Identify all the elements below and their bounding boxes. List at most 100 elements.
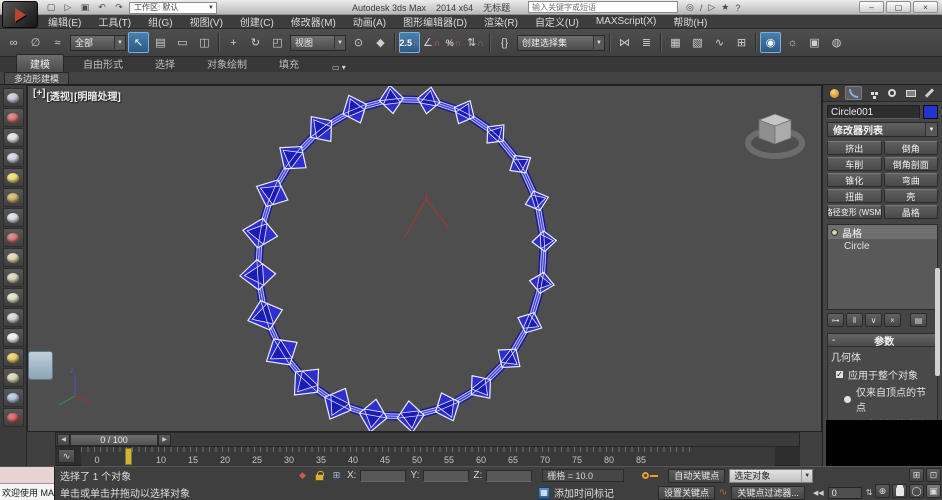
material-editor-icon[interactable]: ◉ xyxy=(760,32,781,53)
current-frame-field[interactable]: 0 xyxy=(827,486,862,499)
x-coordinate-field[interactable] xyxy=(360,469,407,482)
y-coordinate-field[interactable] xyxy=(423,469,470,482)
menu-item-1[interactable]: 工具(T) xyxy=(98,14,131,29)
mini-curve-editor-button[interactable]: ∿ xyxy=(58,449,75,463)
make-unique-icon[interactable]: ∨ xyxy=(865,313,882,327)
tab-display[interactable] xyxy=(902,86,919,100)
graphite-ribbon-toggle-icon[interactable]: ▧ xyxy=(687,32,708,53)
chevron-down-icon[interactable]: ▼ xyxy=(925,123,937,136)
moon-icon[interactable] xyxy=(2,208,24,227)
percent-snap-toggle-icon[interactable]: % ∩ xyxy=(443,32,464,53)
time-tag-icon[interactable]: ▦ xyxy=(538,486,550,499)
apply-to-entire-object-row[interactable]: ✓ 应用于整个对象 xyxy=(835,367,934,382)
ribbon-tab-3[interactable]: 对象绘制 xyxy=(194,55,260,72)
orbit-icon[interactable]: ◯ xyxy=(909,484,924,498)
mini-listener-button[interactable] xyxy=(28,351,53,380)
disc-icon[interactable] xyxy=(2,368,24,387)
render-production-icon[interactable]: ◍ xyxy=(826,32,847,53)
3ds-max-logo[interactable] xyxy=(2,1,38,28)
polygon-modeling-panel-tab[interactable]: 多边形建模 xyxy=(4,72,70,84)
zoom-extents-icon[interactable]: ⊞ xyxy=(909,468,924,482)
select-and-move-icon[interactable]: + xyxy=(223,32,244,53)
search-binoculars-icon[interactable]: ◎ xyxy=(686,2,694,13)
unlink-selection-icon[interactable]: ∅ xyxy=(25,32,46,53)
modifier-button-6[interactable]: 扭曲 xyxy=(827,189,882,203)
modifier-button-8[interactable]: 路径变形 (WSM) xyxy=(827,205,882,219)
checkbox-checked-icon[interactable]: ✓ xyxy=(835,370,844,379)
object-color-swatch[interactable] xyxy=(923,105,938,119)
absolute-offset-mode-icon[interactable]: ⊞ xyxy=(330,469,343,482)
pan-hand-icon[interactable] xyxy=(892,484,907,498)
image-map-icon[interactable] xyxy=(2,248,24,267)
named-selection-sets-dropdown[interactable]: 创建选择集 ▼ xyxy=(517,34,605,51)
modifier-button-9[interactable]: 晶格 xyxy=(883,205,938,219)
red-sphere-icon[interactable] xyxy=(2,408,24,427)
pin-stack-icon[interactable]: ⊶ xyxy=(827,313,844,327)
menu-item-7[interactable]: 图形编辑器(D) xyxy=(403,14,467,29)
search-input[interactable] xyxy=(528,1,678,13)
select-object-icon[interactable]: ↖ xyxy=(128,32,149,53)
select-and-scale-icon[interactable]: ◰ xyxy=(267,32,288,53)
panel-scrollbar[interactable] xyxy=(935,268,940,376)
z-coordinate-field[interactable] xyxy=(486,469,533,482)
time-slider-handle[interactable]: 0 / 100 xyxy=(70,433,158,446)
wrench-icon[interactable]: / xyxy=(700,3,703,13)
listener-script-pane[interactable]: 欢迎使用 MAXScr xyxy=(0,484,54,500)
save-file-icon[interactable]: ▣ xyxy=(78,2,92,14)
viewport-shading-label[interactable]: [明暗处理] xyxy=(74,88,121,103)
tab-utilities[interactable] xyxy=(921,86,938,100)
sun-icon[interactable] xyxy=(2,348,24,367)
light-bulb-icon[interactable] xyxy=(2,168,24,187)
modifier-button-5[interactable]: 弯曲 xyxy=(883,173,938,187)
redo-icon[interactable]: ↷ xyxy=(112,2,126,14)
menu-item-3[interactable]: 视图(V) xyxy=(190,14,223,29)
close-button[interactable]: × xyxy=(913,1,938,13)
audio-speaker-icon[interactable] xyxy=(2,188,24,207)
go-to-start-button[interactable]: ◀◀ xyxy=(813,489,824,497)
next-frame-button[interactable]: ▶ xyxy=(158,433,171,446)
modifier-button-3[interactable]: 倒角剖面 xyxy=(883,157,938,171)
chevron-down-icon[interactable]: ▼ xyxy=(801,469,812,482)
chevron-down-icon[interactable]: ▼ xyxy=(593,36,604,49)
select-and-manipulate-icon[interactable]: ◆ xyxy=(370,32,391,53)
modifier-button-0[interactable]: 挤出 xyxy=(827,141,882,155)
object-name-field[interactable]: Circle001 xyxy=(827,105,920,119)
layer-manager-icon[interactable]: ▦ xyxy=(665,32,686,53)
teapot-small-icon[interactable] xyxy=(2,308,24,327)
new-scene-icon[interactable]: ▢ xyxy=(44,2,58,14)
show-end-result-icon[interactable]: ‖ xyxy=(846,313,863,327)
ribbon-tab-1[interactable]: 自由形式 xyxy=(70,55,136,72)
rectangular-selection-region-icon[interactable]: ▭ xyxy=(172,32,193,53)
viewport-view-label[interactable]: [透视] xyxy=(47,88,74,103)
modifier-button-2[interactable]: 车削 xyxy=(827,157,882,171)
schematic-view-icon[interactable]: ⊞ xyxy=(731,32,752,53)
rendered-frame-window-icon[interactable]: ▣ xyxy=(804,32,825,53)
spinner-snap-toggle-icon[interactable]: ⇅ ∩ xyxy=(465,32,486,53)
help-icon[interactable]: ? xyxy=(735,3,740,13)
particles-snow-icon[interactable] xyxy=(2,388,24,407)
angle-snap-toggle-icon[interactable]: ∠ ∩ xyxy=(421,32,442,53)
maxscript-mini-listener[interactable]: 欢迎使用 MAXScr xyxy=(0,467,55,500)
track-bar[interactable]: ∿ 0510152025303540455055606570758085 xyxy=(55,447,800,466)
maximize-viewport-icon[interactable]: ▣ xyxy=(926,484,941,498)
remove-modifier-icon[interactable]: × xyxy=(884,313,901,327)
menu-item-5[interactable]: 修改器(M) xyxy=(291,14,336,29)
zoom-region-icon[interactable]: ⊕ xyxy=(875,484,890,498)
favorites-star-icon[interactable]: ★ xyxy=(721,2,729,13)
ribbon-tab-0[interactable]: 建模 xyxy=(16,54,64,72)
workspace-dropdown[interactable]: 工作区: 默认 ▼ xyxy=(129,1,217,14)
stack-row-0[interactable]: 晶格 xyxy=(828,225,937,240)
isolate-selection-icon[interactable]: ◆ xyxy=(296,469,309,482)
tab-motion[interactable] xyxy=(883,86,900,100)
current-frame-marker[interactable] xyxy=(125,448,132,465)
align-icon[interactable]: ≣ xyxy=(636,32,657,53)
reference-coordinate-system-dropdown[interactable]: 视图 ▼ xyxy=(290,34,346,51)
select-by-name-icon[interactable]: ▤ xyxy=(150,32,171,53)
selection-filter-dropdown[interactable]: 全部 ▼ xyxy=(70,34,126,51)
time-slider[interactable]: ◀ 0 / 100 ▶ xyxy=(55,432,800,447)
spreadsheet-icon[interactable] xyxy=(2,148,24,167)
add-time-tag-label[interactable]: 添加时间标记 xyxy=(554,485,614,500)
menu-item-6[interactable]: 动画(A) xyxy=(353,14,386,29)
communication-center-icon[interactable]: ▷ xyxy=(708,2,715,13)
parameters-rollout-header[interactable]: - 参数 xyxy=(828,334,937,348)
